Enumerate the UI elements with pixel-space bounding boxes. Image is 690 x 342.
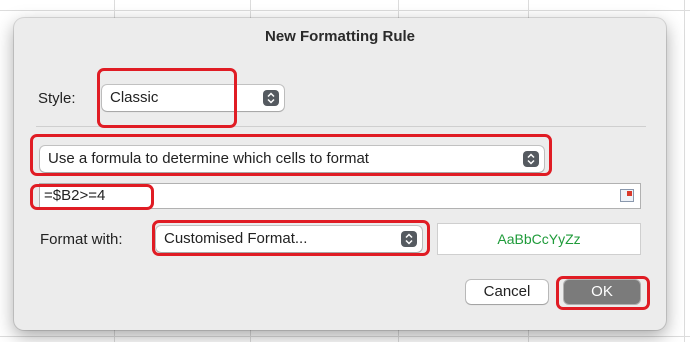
popup-stepper-icon bbox=[401, 231, 417, 247]
style-popup[interactable]: Classic bbox=[102, 85, 284, 111]
range-select-icon[interactable] bbox=[620, 189, 634, 202]
style-value: Classic bbox=[110, 89, 159, 106]
popup-stepper-icon bbox=[263, 90, 279, 106]
ok-button[interactable]: OK bbox=[564, 280, 640, 304]
format-with-label: Format with: bbox=[40, 231, 123, 248]
format-preview: AaBbCcYyZz bbox=[438, 224, 640, 254]
section-separator bbox=[36, 126, 646, 127]
formula-value: =$B2>=4 bbox=[44, 187, 106, 204]
format-with-popup[interactable]: Customised Format... bbox=[156, 226, 422, 252]
popup-stepper-icon bbox=[523, 151, 539, 167]
format-value: Customised Format... bbox=[164, 230, 308, 247]
rule-type-popup[interactable]: Use a formula to determine which cells t… bbox=[40, 146, 544, 172]
cancel-button[interactable]: Cancel bbox=[466, 280, 548, 304]
style-label: Style: bbox=[38, 90, 76, 107]
rule-type-value: Use a formula to determine which cells t… bbox=[48, 150, 369, 167]
new-formatting-rule-dialog: New Formatting Rule Style: Classic Use a… bbox=[14, 18, 666, 330]
formula-input[interactable]: =$B2>=4 bbox=[40, 184, 640, 208]
dialog-title: New Formatting Rule bbox=[264, 28, 415, 45]
